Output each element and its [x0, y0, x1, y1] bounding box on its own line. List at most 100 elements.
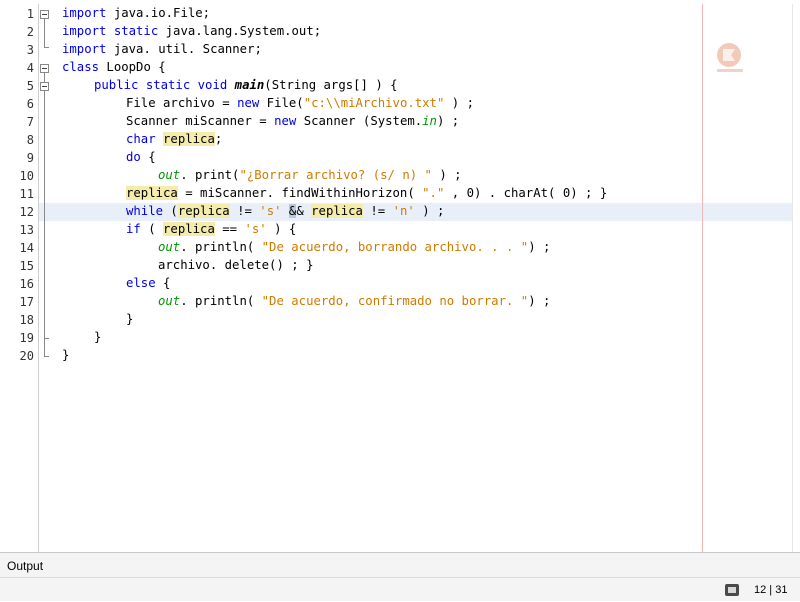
code-text: . println( [180, 294, 262, 308]
line-number: 12 [19, 205, 34, 219]
keyword: new [237, 96, 260, 110]
string-literal: "De acuerdo, confirmado no borrar. " [261, 294, 529, 308]
string-literal: "De acuerdo, borrando archivo. . . " [261, 240, 529, 254]
code-text: ) ; [414, 204, 445, 218]
code-text: . print( [180, 168, 240, 182]
keyword: new [274, 114, 297, 128]
fold-guide-end [44, 338, 49, 339]
code-line-14: out. println( "De acuerdo, borrando arch… [158, 238, 550, 256]
variable-occurrence: replica [163, 132, 215, 146]
right-margin-guide [702, 4, 703, 552]
line-number: 1 [26, 7, 34, 21]
code-text: ( [163, 204, 178, 218]
code-text: ) ; [436, 114, 460, 128]
line-number: 19 [19, 331, 34, 345]
code-text: = miScanner. findWithinHorizon( [177, 186, 423, 200]
string-literal: "¿Borrar archivo? (s/ n) " [239, 168, 432, 182]
code-line-10: out. print("¿Borrar archivo? (s/ n) " ) … [158, 166, 462, 184]
line-number: 20 [19, 349, 34, 363]
line-number: 9 [26, 151, 34, 165]
fold-collapse-icon[interactable] [40, 82, 49, 91]
keyword: import static [62, 24, 159, 38]
code-line-6: File archivo = new File("c:\\miArchivo.t… [126, 94, 474, 112]
line-number: 14 [19, 241, 34, 255]
char-literal: 's' [244, 222, 267, 236]
code-text: } [94, 330, 102, 344]
code-text: Scanner (System. [296, 114, 423, 128]
line-number: 8 [26, 133, 34, 147]
string-literal: "c:\\miArchivo.txt" [303, 96, 445, 110]
fold-collapse-icon[interactable] [40, 10, 49, 19]
code-editor[interactable]: 1 2 3 4 5 6 7 8 9 10 11 12 13 14 15 16 1… [0, 0, 800, 552]
code-text: java.io.File; [106, 6, 211, 20]
code-text: LoopDo { [99, 60, 166, 74]
line-number-gutter: 1 2 3 4 5 6 7 8 9 10 11 12 13 14 15 16 1… [0, 4, 39, 552]
code-line-11: replica = miScanner. findWithinHorizon( … [126, 184, 607, 202]
field-name: in [422, 114, 437, 128]
code-text: ; [214, 132, 223, 146]
fold-guide-end [44, 356, 49, 357]
code-line-7: Scanner miScanner = new Scanner (System.… [126, 112, 459, 130]
code-text: archivo. delete() ; } [158, 258, 314, 272]
code-text: File archivo = [126, 96, 238, 110]
keyword: class [62, 60, 100, 74]
code-line-18: } [126, 310, 133, 328]
code-line-12: while (replica != 's' && replica != 'n' … [126, 202, 444, 220]
line-number: 15 [19, 259, 34, 273]
line-number: 11 [19, 187, 34, 201]
code-line-17: out. println( "De acuerdo, confirmado no… [158, 292, 550, 310]
variable-occurrence: replica [163, 222, 215, 236]
code-text: ) ; [528, 240, 551, 254]
code-text: (String args[] ) { [264, 78, 398, 92]
field-name: out [158, 294, 181, 308]
code-line-9: do { [126, 148, 156, 166]
string-literal: "." [422, 186, 445, 200]
code-text: ) { [266, 222, 297, 236]
code-line-2: import static java.lang.System.out; [62, 22, 321, 40]
code-text: java.lang.System.out; [158, 24, 322, 38]
code-text: != [229, 204, 260, 218]
code-text: ) ; [444, 96, 474, 110]
keyword: public static void [94, 78, 228, 92]
keyword: import [62, 6, 107, 20]
method-name: main [234, 78, 265, 92]
line-number: 17 [19, 295, 34, 309]
code-text: { [140, 150, 156, 164]
code-text: java. util. Scanner; [106, 42, 262, 56]
char-literal: 'n' [392, 204, 415, 218]
code-line-16: else { [126, 274, 170, 292]
code-text: . println( [180, 240, 262, 254]
code-line-3: import java. util. Scanner; [62, 40, 262, 58]
code-line-8: char replica; [126, 130, 222, 148]
insert-mode-icon[interactable] [725, 584, 739, 596]
keyword: char [126, 132, 156, 146]
editor-edge [792, 4, 793, 552]
code-text: } [126, 312, 134, 326]
fold-guide-end [44, 47, 49, 48]
code-line-4: class LoopDo { [62, 58, 166, 76]
code-line-15: archivo. delete() ; } [158, 256, 313, 274]
field-name: out [158, 168, 181, 182]
line-number: 4 [26, 61, 34, 75]
fold-collapse-icon[interactable] [40, 64, 49, 73]
line-number: 18 [19, 313, 34, 327]
code-text: , 0) . charAt( 0) ; } [444, 186, 608, 200]
variable-occurrence: replica [311, 204, 363, 218]
code-text: == [214, 222, 245, 236]
char-literal: 's' [259, 204, 282, 218]
keyword: else [126, 276, 156, 290]
code-line-20: } [62, 346, 69, 364]
keyword: import [62, 42, 107, 56]
watermark-logo-icon [717, 43, 743, 72]
code-text: != [362, 204, 393, 218]
fold-guide [44, 73, 45, 356]
output-tab[interactable]: Output [7, 559, 43, 573]
keyword: if [126, 222, 141, 236]
code-line-19: } [94, 328, 101, 346]
keyword: while [126, 204, 164, 218]
line-number: 6 [26, 97, 34, 111]
status-bar: 12 | 31 [0, 577, 800, 602]
